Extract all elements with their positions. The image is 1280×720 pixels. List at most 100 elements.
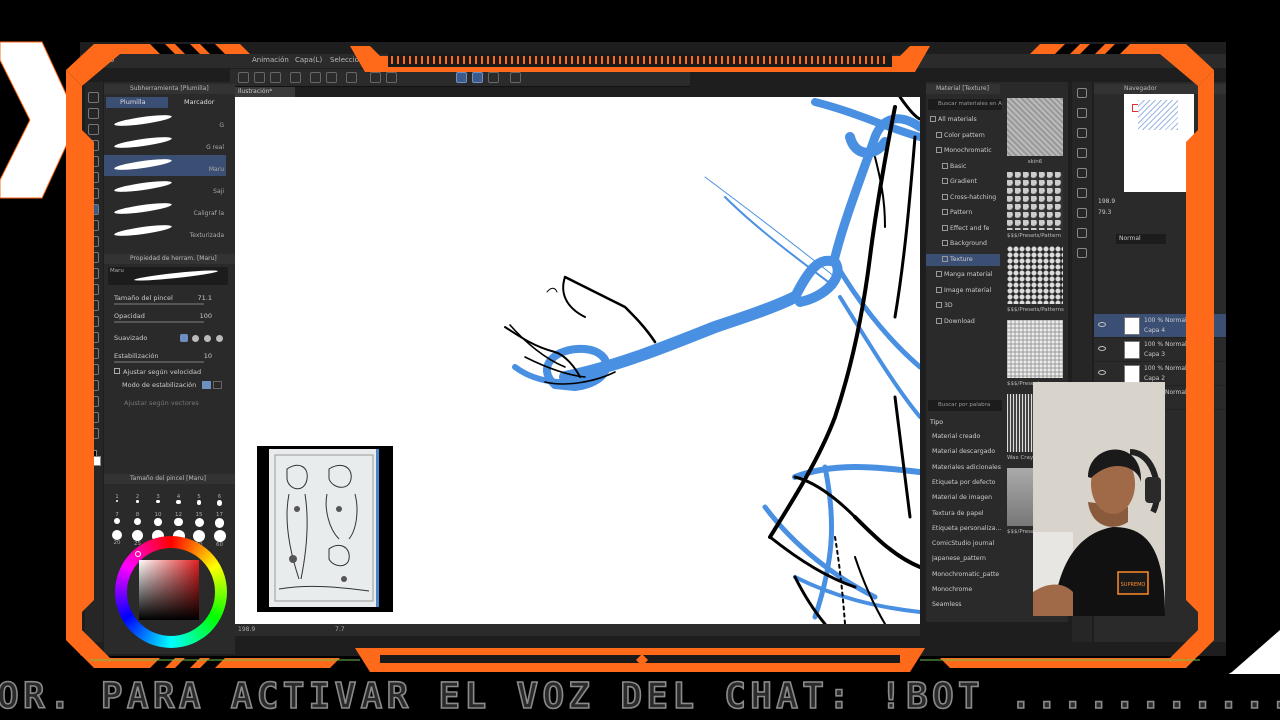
angle-readout[interactable]: 7.7 [335, 626, 345, 633]
material-thumb[interactable] [1007, 172, 1063, 230]
material-tag-item[interactable]: Etiqueta por defecto [932, 476, 1002, 490]
settings-icon[interactable] [1077, 248, 1087, 258]
brush-size-preset[interactable]: 2 [129, 494, 147, 503]
settings-icon[interactable] [346, 72, 357, 83]
gradient-tool-icon[interactable] [88, 332, 99, 343]
new-file-icon[interactable] [238, 72, 249, 83]
operation-tool-icon[interactable] [88, 124, 99, 135]
material-tree-item[interactable]: Basic [926, 161, 1000, 173]
pen-tool-icon[interactable] [88, 204, 99, 215]
material-tree-item[interactable]: Texture [926, 253, 1000, 266]
tool-icon[interactable] [1077, 208, 1087, 218]
slider-track[interactable] [114, 361, 204, 363]
material-tag-item[interactable]: Material de imagen [932, 491, 1002, 505]
navigator-thumbnail[interactable] [1124, 94, 1194, 192]
brush-size-preset[interactable]: 1 [108, 494, 126, 502]
decoration-tool-icon[interactable] [88, 268, 99, 279]
brush-item[interactable]: Texturizada [104, 221, 226, 242]
eye-icon[interactable] [1098, 370, 1106, 375]
help-icon[interactable] [510, 72, 521, 83]
material-tree-item[interactable]: Download [926, 316, 1000, 328]
blend-tool-icon[interactable] [88, 300, 99, 311]
subtool-tab-marcador[interactable]: Marcador [170, 97, 230, 108]
blend-mode-select[interactable]: Normal [1116, 234, 1166, 244]
material-tree-item[interactable]: Color pattern [926, 130, 1000, 142]
eye-icon[interactable] [1098, 322, 1106, 327]
material-tree-item[interactable]: All materials [926, 114, 1000, 126]
material-thumb[interactable] [1007, 98, 1063, 156]
mode-toggle-off[interactable] [213, 381, 222, 389]
material-tag-item[interactable]: Japanese_pattern [932, 552, 1002, 566]
transform-icon[interactable] [370, 72, 381, 83]
material-search-input[interactable]: Buscar materiales en ASSETS [928, 99, 1002, 110]
material-tag-item[interactable]: ComicStudio journal [932, 537, 1002, 551]
tag-search-input[interactable]: Buscar por palabra [928, 400, 1002, 411]
material-tree-item[interactable]: Cross-hatching [926, 192, 1000, 204]
eraser-tool-icon[interactable] [88, 284, 99, 295]
brush-size-preset[interactable]: 60 [211, 530, 229, 548]
material-tag-item[interactable]: Monochromatic_patte [932, 568, 1002, 582]
canvas-tab[interactable]: Ilustración* [235, 87, 295, 97]
material-tree-item[interactable]: Monochromatic [926, 145, 1000, 157]
brush-size-preset[interactable]: 15 [190, 512, 208, 527]
zoom-tool-icon[interactable] [88, 92, 99, 103]
auto-select-tool-icon[interactable] [88, 172, 99, 183]
prop-stabilization-mode[interactable]: Modo de estabilización [114, 381, 226, 391]
menu-capa[interactable]: Capa(L) [295, 56, 322, 64]
material-tag-item[interactable]: Materiales adicionales [932, 461, 1002, 475]
snap-special-ruler-icon[interactable] [472, 72, 483, 83]
material-thumb[interactable] [1007, 320, 1063, 378]
prop-smoothing[interactable]: Suavizado [114, 334, 226, 344]
menu-filtro[interactable]: Filtro [405, 56, 422, 64]
material-tag-item[interactable]: Material descargado [932, 445, 1002, 459]
slider-track[interactable] [114, 321, 204, 323]
eyedropper-tool-icon[interactable] [88, 188, 99, 199]
undo-icon[interactable] [310, 72, 321, 83]
menu-animacion[interactable]: Animación [252, 56, 289, 64]
material-tree-item[interactable]: Effect and fe [926, 223, 1000, 235]
grid-icon[interactable] [1077, 168, 1087, 178]
smoothing-level-2[interactable] [192, 335, 199, 342]
zoom-readout[interactable]: 198.9 [238, 626, 255, 633]
brush-item-selected[interactable]: Maru [104, 155, 226, 176]
menu-ayuda[interactable]: Ayuda(H) [480, 56, 512, 64]
brush-size-preset[interactable]: 8 [129, 512, 147, 525]
brush-size-preset[interactable]: 6 [211, 494, 229, 506]
material-tree-item[interactable]: Gradient [926, 176, 1000, 188]
brush-item[interactable]: G [104, 111, 226, 132]
navigator-angle[interactable]: 79.3 [1098, 209, 1111, 216]
layer-row[interactable]: 100 % Normal Capa 3 [1094, 338, 1226, 362]
material-icon[interactable] [1077, 128, 1087, 138]
figure-tool-icon[interactable] [88, 348, 99, 359]
redo-icon[interactable] [326, 72, 337, 83]
menu-ver[interactable]: Ver [380, 56, 391, 64]
brush-size-preset[interactable]: 5 [190, 494, 208, 505]
material-tag-item[interactable]: Textura de papel [932, 507, 1002, 521]
history-icon[interactable] [1077, 228, 1087, 238]
material-tag-item[interactable]: Material creado [932, 430, 1002, 444]
correct-line-tool-icon[interactable] [88, 428, 99, 439]
color-wheel[interactable] [115, 536, 227, 648]
brush-size-preset[interactable]: 4 [170, 494, 188, 505]
prop-opacity[interactable]: Opacidad 100 [114, 312, 226, 323]
airbrush-tool-icon[interactable] [88, 252, 99, 263]
prop-brush-size[interactable]: Tamaño del pincel 71.1 [114, 294, 226, 305]
material-tree-item[interactable]: Image material [926, 285, 1000, 297]
menu-archivo[interactable]: Archivo [88, 56, 114, 64]
material-tree-item[interactable]: Background [926, 238, 1000, 250]
frame-tool-icon[interactable] [88, 364, 99, 375]
layer-icon[interactable] [1077, 148, 1087, 158]
close-icon[interactable] [1077, 108, 1087, 118]
selection-tool-icon[interactable] [88, 156, 99, 167]
brush-item[interactable]: Saji [104, 177, 226, 198]
select-all-icon[interactable] [386, 72, 397, 83]
prop-stabilization[interactable]: Estabilización 10 [114, 352, 226, 363]
slider-track[interactable] [114, 303, 204, 305]
material-tree-item[interactable]: Pattern [926, 207, 1000, 219]
move-tool-icon[interactable] [88, 108, 99, 119]
brush-size-preset[interactable]: 12 [170, 512, 188, 527]
material-thumb[interactable] [1007, 246, 1063, 304]
search-icon[interactable] [1077, 88, 1087, 98]
sub-color-swatch[interactable] [91, 456, 101, 466]
subtool-tab-plumilla[interactable]: Plumilla [106, 97, 168, 108]
